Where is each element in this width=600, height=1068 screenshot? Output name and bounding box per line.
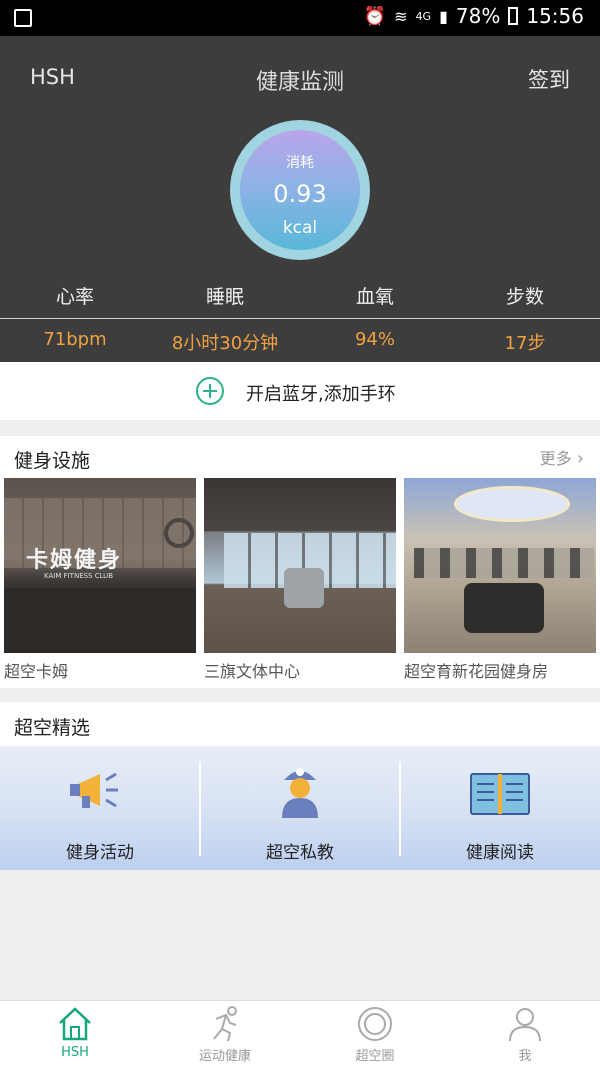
facilities-section: 健身设施 更多 › 卡姆健身 KAIM FITNESS CLUB 超空卡姆 三旗… [0,436,600,688]
health-monitor-header: HSH 健康监测 签到 消耗 0.93 kcal 心率 睡眠 血氧 步数 71b… [0,36,600,362]
metric-value-blood-oxygen[interactable]: 94% [300,329,450,355]
battery-icon [508,7,519,25]
facility-card[interactable]: 三旗文体中心 [204,478,396,681]
battery-percent: 78% [455,4,501,28]
metric-value-heart-rate[interactable]: 71bpm [0,329,150,355]
page-title: 健康监测 [255,70,344,95]
calorie-label: 消耗 [286,155,314,171]
metric-label-heart-rate: 心率 [55,286,94,308]
pick-label: 超空私教 [266,843,334,863]
megaphone-icon [70,772,118,808]
add-band-label: 开启蓝牙,添加手环 [246,384,396,405]
wifi-icon: ≋ [394,6,408,26]
picks-section: 超空精选 [0,702,600,746]
metric-label-steps: 步数 [505,286,544,308]
add-circle-icon [196,377,224,405]
running-icon [213,1006,237,1042]
checkin-button[interactable]: 签到 [528,64,570,94]
alarm-icon: ⏰ [363,5,387,27]
tab-label: 超空圈 [355,1049,395,1064]
coach-icon [282,768,318,818]
facility-name: 超空育新花园健身房 [404,662,549,681]
metric-values: 71bpm 8小时30分钟 94% 17步 [0,329,600,355]
picks-panel: 健身活动 超空私教 健康阅读 [0,746,600,870]
clock: 15:56 [526,4,584,28]
pick-label: 健身活动 [66,843,134,863]
metric-labels: 心率 睡眠 血氧 步数 [0,282,600,309]
tab-label: 我 [518,1049,532,1064]
facility-photo [204,478,396,653]
divider [0,318,600,319]
pick-fitness-activity[interactable]: 健身活动 [0,746,200,870]
tab-sports-health[interactable]: 运动健康 [150,1001,300,1068]
metric-label-sleep: 睡眠 [205,286,244,308]
chevron-right-icon: › [576,448,584,469]
profile-icon [509,1008,541,1042]
network-type: 4G [415,9,432,23]
facility-sign: 卡姆健身 [26,548,123,573]
facility-photo: 卡姆健身 KAIM FITNESS CLUB [4,478,196,653]
calorie-value: 0.93 [273,180,327,208]
calorie-unit: kcal [282,218,318,238]
book-icon [470,773,530,815]
tab-me[interactable]: 我 [450,1001,600,1068]
status-bar: ⏰ ≋ 4G ▮ 78% 15:56 [0,0,600,36]
tab-label: HSH [61,1045,89,1060]
signal-icon: ▮ [439,6,448,26]
facility-card[interactable]: 超空育新花园健身房 [404,478,596,681]
metric-label-blood-oxygen: 血氧 [355,286,394,308]
add-band-row[interactable]: 开启蓝牙,添加手环 [0,362,600,420]
facility-photo [404,478,596,653]
section-title: 超空精选 [14,717,91,739]
tab-label: 运动健康 [198,1049,251,1064]
home-icon [59,1007,91,1041]
circle-icon [358,1007,392,1041]
facility-card[interactable]: 卡姆健身 KAIM FITNESS CLUB 超空卡姆 [4,478,196,681]
facility-name: 三旗文体中心 [204,662,301,681]
pick-health-reading[interactable]: 健康阅读 [400,746,600,870]
calorie-gauge[interactable]: 消耗 0.93 kcal [230,120,370,260]
bottom-tab-bar: HSH 运动健康 超空圈 我 [0,1000,600,1068]
status-right: ⏰ ≋ 4G ▮ 78% 15:56 [364,4,584,28]
tab-hsh[interactable]: HSH [0,1001,150,1068]
facility-sign-sub: KAIM FITNESS CLUB [44,572,114,580]
metric-value-steps[interactable]: 17步 [450,329,600,355]
facility-name: 超空卡姆 [4,662,69,681]
section-title: 健身设施 [14,450,91,472]
image-notification-icon [14,9,32,27]
metric-value-sleep[interactable]: 8小时30分钟 [150,329,300,355]
pick-private-coach[interactable]: 超空私教 [200,746,400,870]
tab-circle[interactable]: 超空圈 [300,1001,450,1068]
pick-label: 健康阅读 [466,843,534,863]
more-link[interactable]: 更多 › [540,445,584,469]
